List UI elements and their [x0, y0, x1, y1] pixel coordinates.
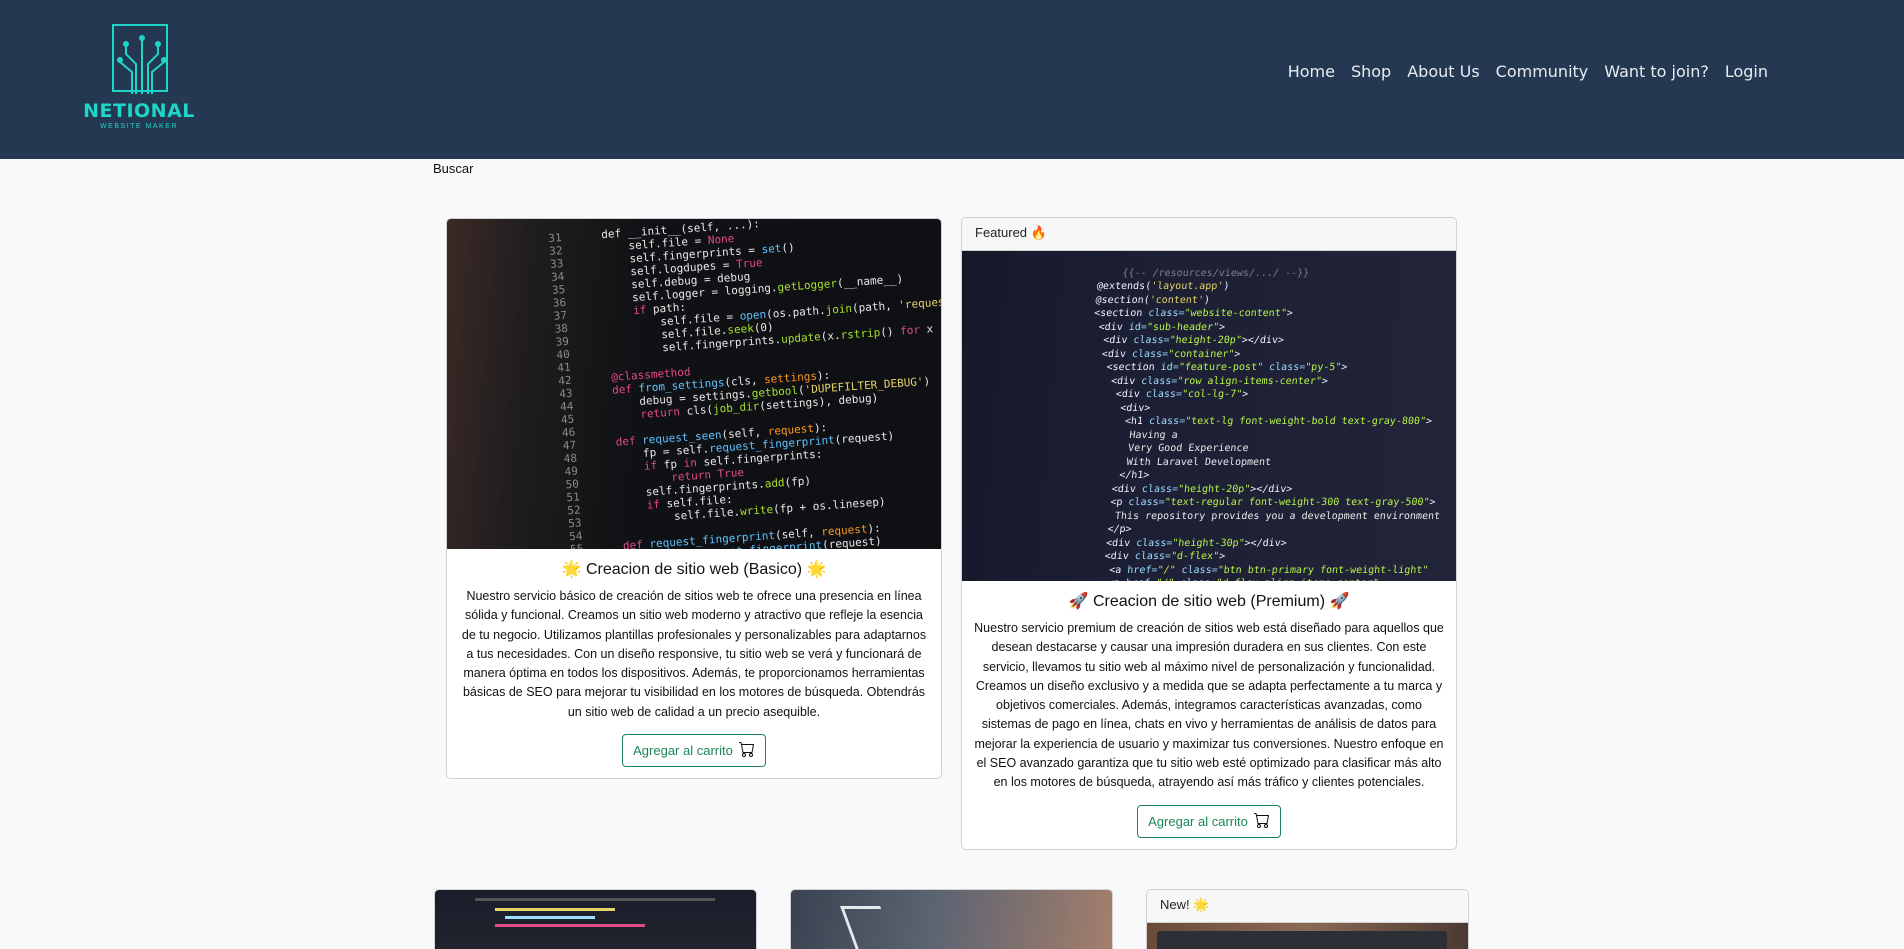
nav-link-home[interactable]: Home — [1280, 62, 1343, 81]
product-image-premium: {{-- /resources/views/.../ --}} @extends… — [962, 251, 1456, 581]
brand-tagline: WEBSITE MAKER — [100, 123, 178, 130]
card-body: 🌟 Creacion de sitio web (Basico) 🌟 Nuest… — [447, 549, 941, 777]
card-header-new: New! 🌟 — [1147, 890, 1468, 923]
add-to-cart-label: Agregar al carrito — [633, 743, 733, 759]
cart-icon — [1253, 812, 1270, 831]
product-card-basic: 31 def __init__(self, ...): 32 self.file… — [446, 218, 942, 779]
product-card-bottom-1 — [434, 889, 757, 949]
product-image-basic: 31 def __init__(self, ...): 32 self.file… — [447, 219, 941, 549]
brand-name: NETIONAL — [83, 100, 195, 122]
card-body: 🚀 Creacion de sitio web (Premium) 🚀 Nues… — [962, 581, 1456, 848]
card-header-featured: Featured 🔥 — [962, 218, 1456, 251]
add-to-cart-button[interactable]: Agregar al carrito — [622, 734, 766, 768]
add-to-cart-button[interactable]: Agregar al carrito — [1137, 804, 1281, 838]
circuit-logo-icon — [112, 24, 168, 94]
card-text: Nuestro servicio básico de creación de s… — [461, 589, 927, 719]
code-illustration: 31 def __init__(self, ...): 32 self.file… — [547, 219, 941, 549]
nav-links: Home Shop About Us Community Want to joi… — [1280, 62, 1776, 81]
add-to-cart-label: Agregar al carrito — [1148, 813, 1248, 829]
nav-link-community[interactable]: Community — [1488, 62, 1597, 81]
nav-link-about-us[interactable]: About Us — [1399, 62, 1487, 81]
nav-link-login[interactable]: Login — [1717, 62, 1776, 81]
brand-logo[interactable]: NETIONAL WEBSITE MAKER — [82, 22, 196, 134]
card-title: 🌟 Creacion de sitio web (Basico) 🌟 — [561, 561, 827, 578]
nav-link-shop[interactable]: Shop — [1343, 62, 1399, 81]
card-title: 🚀 Creacion de sitio web (Premium) 🚀 — [1068, 593, 1350, 610]
product-card-bottom-2 — [790, 889, 1113, 949]
search-label[interactable]: Buscar — [433, 161, 473, 176]
navbar: NETIONAL WEBSITE MAKER Home Shop About U… — [0, 0, 1904, 159]
product-card-bottom-3: New! 🌟 — [1146, 889, 1469, 949]
cart-icon — [738, 741, 755, 760]
product-image — [435, 890, 756, 949]
product-card-premium: Featured 🔥 {{-- /resources/views/.../ --… — [961, 217, 1457, 850]
code-illustration: {{-- /resources/views/.../ --}} @extends… — [1093, 267, 1441, 582]
product-image — [791, 890, 1112, 949]
nav-link-want-to-join[interactable]: Want to join? — [1596, 62, 1717, 81]
product-image — [1147, 923, 1468, 949]
card-text: Nuestro servicio premium de creación de … — [974, 621, 1444, 790]
